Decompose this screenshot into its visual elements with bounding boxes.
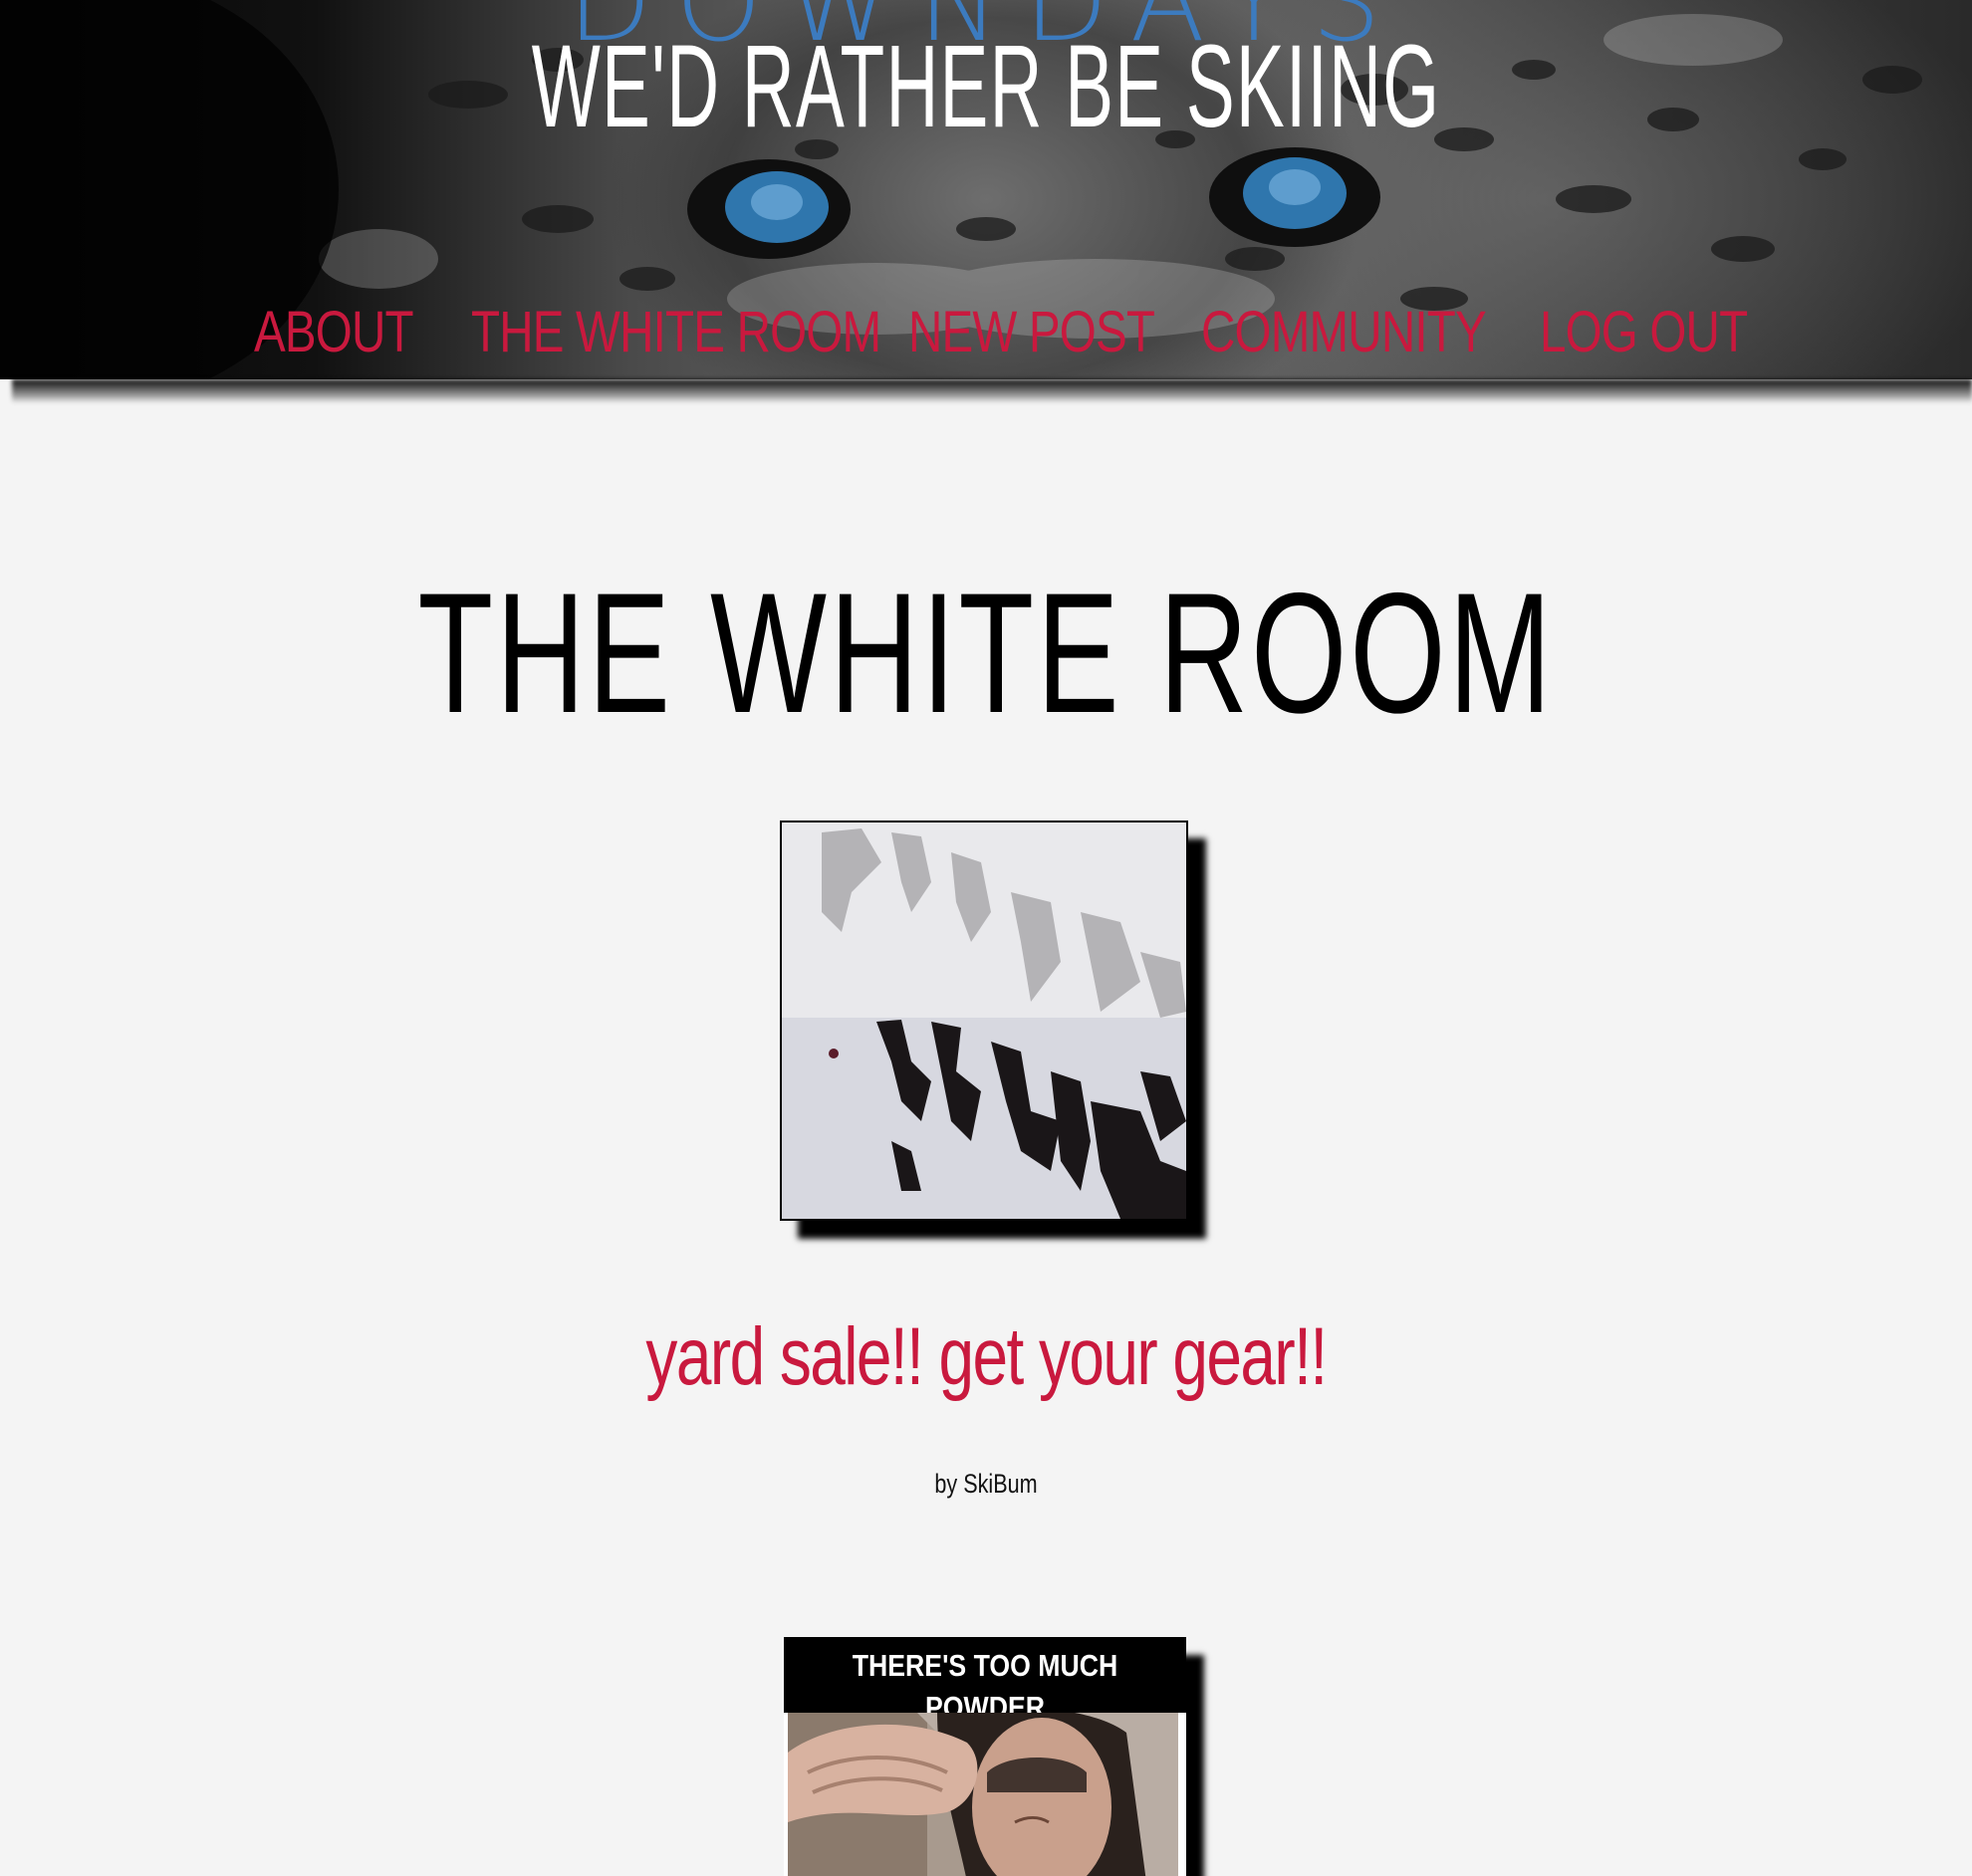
meme-caption-bar: THERE'S TOO MUCH POWDER: [784, 1637, 1186, 1725]
leopard-eyes: [687, 147, 1380, 259]
post-image[interactable]: [780, 821, 1188, 1221]
page-title: THE WHITE ROOM: [417, 558, 1555, 749]
post-title-link[interactable]: yard sale!! get your gear!!: [217, 1316, 1755, 1398]
nav-new-post[interactable]: NEW POST: [908, 304, 1155, 361]
site-tagline: WE'D RATHER BE SKIING: [531, 21, 1441, 152]
site-header: DOWNDAYS WE'D RATHER BE SKIING ABOUT THE…: [0, 0, 1972, 379]
meme-image[interactable]: THERE'S TOO MUCH POWDER: [784, 1637, 1186, 1876]
nav-community[interactable]: COMMUNITY: [1201, 304, 1487, 361]
nav-the-white-room[interactable]: THE WHITE ROOM: [471, 304, 881, 361]
meme-photo: [788, 1713, 1178, 1876]
nav-about[interactable]: ABOUT: [254, 304, 414, 361]
header-shadow: [12, 379, 1972, 403]
nav-log-out[interactable]: LOG OUT: [1540, 304, 1748, 361]
post-author: by SkiBum: [934, 1469, 1038, 1499]
main-nav: ABOUT THE WHITE ROOM NEW POST COMMUNITY …: [0, 304, 1972, 373]
